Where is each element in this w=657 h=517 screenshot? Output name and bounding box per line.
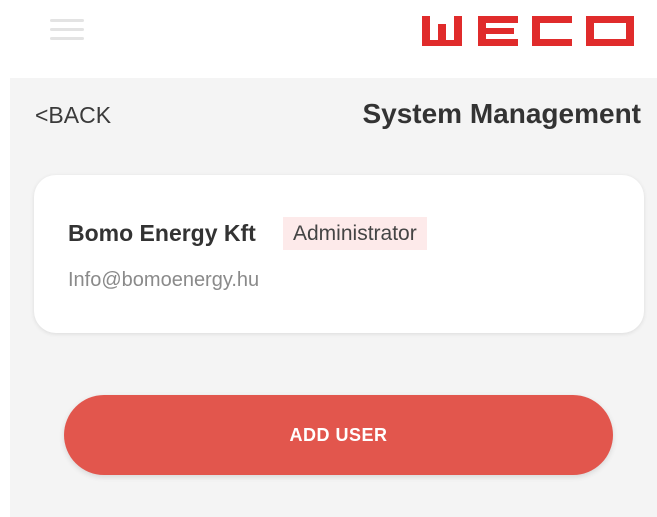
hamburger-menu-icon[interactable]	[50, 19, 84, 41]
menu-line	[50, 28, 84, 31]
weco-logo	[422, 16, 634, 46]
menu-line	[50, 37, 84, 40]
add-user-button[interactable]: ADD USER	[64, 395, 613, 475]
menu-line	[50, 19, 84, 22]
user-name: Bomo Energy Kft	[68, 220, 256, 246]
back-button[interactable]: <BACK	[35, 102, 111, 129]
header-row: <BACK System Management	[10, 78, 657, 152]
system-management-screen: <BACK System Management Bomo Energy Kft …	[10, 78, 657, 517]
user-email: Info@bomoenergy.hu	[68, 269, 260, 291]
top-bar	[0, 0, 657, 78]
user-card[interactable]: Bomo Energy Kft Administrator Info@bomoe…	[34, 175, 644, 333]
page-title: System Management	[362, 98, 641, 129]
role-badge: Administrator	[283, 217, 427, 250]
